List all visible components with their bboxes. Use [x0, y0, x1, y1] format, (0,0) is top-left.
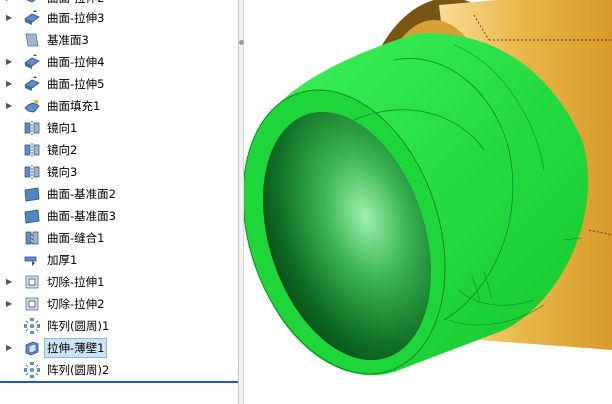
cut-extrude-icon [25, 297, 39, 311]
graphics-viewport[interactable] [244, 0, 612, 404]
mirror-icon [24, 121, 40, 135]
tree-item-label: 加厚1 [47, 253, 78, 267]
tree-item[interactable]: 阵列(圆周)1 [0, 315, 236, 337]
expand-arrow-icon[interactable]: ▶ [6, 73, 14, 95]
tree-item[interactable]: 曲面-基准面2 [0, 183, 236, 205]
tree-item[interactable]: 镜向3 [0, 161, 236, 183]
tree-item-label: 曲面-基准面2 [47, 187, 116, 201]
model-view[interactable] [244, 0, 612, 404]
tree-item[interactable]: ▶ 曲面填充1 [0, 95, 236, 117]
expand-arrow-icon[interactable]: ▶ [6, 51, 14, 73]
tree-item-label: 拉伸-薄壁1 [44, 338, 108, 358]
tree-item-label: 基准面3 [47, 33, 89, 47]
surface-extrude-icon [26, 0, 36, 3]
expand-arrow-icon[interactable]: ▶ [6, 337, 14, 359]
tree-item-label: 切除-拉伸1 [47, 275, 105, 289]
tree-item-label: 阵列(圆周)1 [47, 319, 110, 333]
circular-pattern-icon [24, 362, 40, 378]
tree-item[interactable]: 加厚1 [0, 249, 236, 271]
tree-item[interactable]: 曲面-基准面3 [0, 205, 236, 227]
tree-item[interactable]: ▶ 拉伸-薄壁1 [0, 337, 236, 359]
tree-item-label: 曲面-拉伸5 [47, 77, 105, 91]
surface-plane-icon [24, 187, 40, 202]
expand-arrow-icon[interactable]: ▶ [6, 271, 14, 293]
tree-item[interactable]: 阵列(圆周)2 [0, 359, 236, 381]
surface-plane-icon [24, 209, 40, 224]
tree-item-label: 镜向3 [47, 165, 78, 179]
tree-bottom-divider [0, 381, 238, 383]
tree-item-label: 切除-拉伸2 [47, 297, 105, 311]
tree-item-label: 曲面填充1 [47, 99, 101, 113]
expand-arrow-icon[interactable]: ▶ [6, 293, 14, 315]
surface-fill-icon [24, 100, 40, 113]
tree-item[interactable]: ▶ 曲面-拉伸5 [0, 73, 236, 95]
tree-item-label: 镜向1 [47, 121, 78, 135]
circular-pattern-icon [24, 318, 40, 334]
thin-extrude-icon [25, 341, 39, 356]
surface-extrude-icon [24, 54, 40, 69]
tree-item[interactable]: 曲面-缝合1 [0, 227, 236, 249]
tree-item[interactable]: ▶ 曲面-拉伸3 [0, 7, 236, 29]
tree-item[interactable]: ▶ 切除-拉伸2 [0, 293, 236, 315]
mirror-icon [24, 143, 40, 157]
selected-thin-extrude[interactable] [244, 33, 589, 400]
tree-item-label: 镜向2 [47, 143, 78, 157]
tree-item-label: 曲面-拉伸3 [47, 11, 105, 25]
tree-item[interactable]: 镜向2 [0, 139, 236, 161]
tree-item[interactable]: 基准面3 [0, 29, 236, 51]
mirror-icon [24, 165, 40, 179]
plane-icon [25, 33, 39, 47]
tree-item-label: 曲面-拉伸4 [47, 55, 105, 69]
surface-extrude-icon [24, 10, 40, 25]
tree-item-label: 曲面-基准面3 [47, 209, 116, 223]
tree-item[interactable]: 镜向1 [0, 117, 236, 139]
thicken-icon [24, 256, 37, 266]
tree-item[interactable]: ▶ 曲面-拉伸4 [0, 51, 236, 73]
expand-arrow-icon[interactable]: ▶ [6, 7, 14, 29]
surface-extrude-icon [24, 76, 40, 91]
cut-extrude-icon [25, 275, 39, 289]
expand-arrow-icon[interactable]: ▶ [6, 95, 14, 117]
tree-item-label: 曲面-缝合1 [47, 231, 105, 245]
tree-item-label: 阵列(圆周)2 [47, 363, 110, 377]
feature-manager-tree: ▶ 曲面-拉伸2 ▶曲面-拉伸3基准面3▶曲面-拉伸4▶曲面-拉伸5▶曲面填充1… [0, 0, 238, 404]
tree-item[interactable]: ▶ 切除-拉伸1 [0, 271, 236, 293]
knit-icon [25, 231, 39, 245]
